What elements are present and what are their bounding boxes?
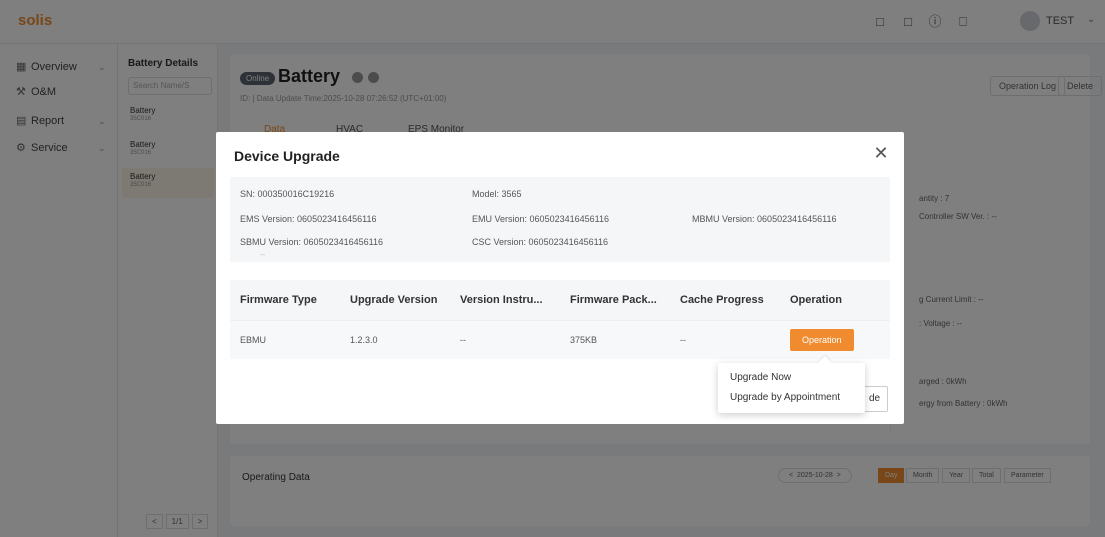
dialog-title: Device Upgrade [234,148,340,164]
csc-info: CSC Version: 0605023416456116 [472,237,608,247]
mbmu-label: MBMU Version: [692,214,755,224]
mbmu-info: MBMU Version: 0605023416456116 [692,214,836,224]
ems-label: EMS Version: [240,214,295,224]
cell-version-instructions: -- [450,319,560,359]
cell-firmware-package: 375KB [560,319,670,359]
info-placeholder: -- [260,250,266,259]
menu-item-upgrade-by-appointment[interactable]: Upgrade by Appointment [730,392,840,403]
mbmu-value: 0605023416456116 [757,214,837,224]
emu-label: EMU Version: [472,214,528,224]
col-firmware-type: Firmware Type [230,280,340,320]
sn-label: SN: [240,189,256,199]
sn-info: SN: 000350016C19216 [240,189,334,199]
model-value: 3565 [501,189,522,199]
sbmu-info: SBMU Version: 0605023416456116 [240,237,383,247]
menu-item-upgrade-now[interactable]: Upgrade Now [730,372,791,383]
cell-upgrade-version: 1.2.3.0 [340,319,450,359]
close-icon[interactable]: ✕ [872,144,890,162]
cell-firmware-type: EBMU [230,319,340,359]
sn-value: 000350016C19216 [257,189,335,199]
cell-operation: Operation [780,319,890,359]
table-row: EBMU 1.2.3.0 -- 375KB -- Operation [230,319,890,359]
csc-label: CSC Version: [472,237,527,247]
firmware-table: Firmware Type Upgrade Version Version In… [230,280,890,359]
emu-info: EMU Version: 0605023416456116 [472,214,609,224]
sbmu-value: 0605023416456116 [303,237,383,247]
csc-value: 0605023416456116 [528,237,608,247]
col-operation: Operation [780,280,890,320]
device-info-box: SN: 000350016C19216 Model: 3565 EMS Vers… [230,177,890,262]
col-upgrade-version: Upgrade Version [340,280,450,320]
device-upgrade-dialog: Device Upgrade ✕ SN: 000350016C19216 Mod… [216,132,904,424]
model-label: Model: [472,189,500,199]
ems-value: 0605023416456116 [297,214,377,224]
col-cache-progress: Cache Progress [670,280,780,320]
sbmu-label: SBMU Version: [240,237,302,247]
cell-cache-progress: -- [670,319,780,359]
operation-button[interactable]: Operation [790,328,854,351]
emu-value: 0605023416456116 [529,214,609,224]
table-header-row: Firmware Type Upgrade Version Version In… [230,280,890,320]
model-info: Model: 3565 [472,189,522,199]
ems-info: EMS Version: 0605023416456116 [240,214,376,224]
col-firmware-package: Firmware Pack... [560,280,670,320]
col-version-instructions: Version Instru... [450,280,560,320]
operation-dropdown-menu: Upgrade Now Upgrade by Appointment [718,363,865,413]
